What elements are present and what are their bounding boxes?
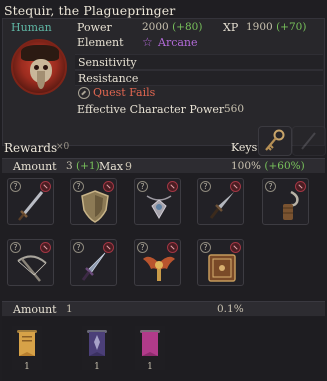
resistance-row: Resistance	[75, 70, 323, 86]
amount-value: 3 (+1)	[66, 160, 100, 172]
power-label: Power	[77, 21, 112, 34]
race-label: Human	[11, 21, 52, 34]
item-count: 1	[24, 362, 30, 372]
reward-slot[interactable]: 1	[12, 326, 42, 372]
key-slot[interactable]	[258, 126, 292, 156]
element-label: Element	[77, 36, 124, 49]
reward-group2-panel: 1 1 1	[2, 317, 325, 381]
item-count: 1	[94, 362, 100, 372]
amulet-icon	[146, 195, 172, 219]
sensitivity-row: Sensitivity	[75, 54, 323, 70]
crossbow-icon	[17, 255, 47, 282]
scroll-purple-icon	[87, 330, 107, 356]
scroll-gold-icon	[17, 330, 37, 356]
rewards-count: ×0	[56, 142, 70, 152]
scroll-pink-icon	[140, 330, 160, 356]
reward-slot[interactable]: ?	[70, 178, 117, 225]
key-icon	[265, 129, 285, 151]
character-title: Stequir, the Plaguepringer	[4, 3, 176, 18]
ecp-label: Effective Character Power	[77, 103, 225, 116]
reward-slot[interactable]: ?	[197, 239, 244, 286]
amount-label: Amount	[13, 303, 57, 316]
item-count: 1	[147, 362, 153, 372]
sensitivity-label: Sensitivity	[78, 56, 137, 69]
drop-percent: 0.1%	[217, 303, 244, 315]
element-value: Arcane	[158, 36, 198, 49]
power-value: 2000 (+80)	[142, 21, 203, 33]
ecp-value: 560	[224, 103, 245, 115]
reward-slot[interactable]: ?	[7, 178, 54, 225]
character-portrait[interactable]	[11, 39, 67, 95]
amount-bar-group2: Amount 1 0.1%	[2, 301, 325, 316]
reward-slot[interactable]: ?	[7, 239, 54, 286]
blade-icon	[81, 252, 106, 281]
sword-icon	[18, 191, 44, 221]
key-slot-locked[interactable]	[292, 126, 326, 156]
quest-status: Quest Fails	[93, 86, 156, 99]
keys-label: Keys	[231, 141, 258, 154]
xp-label: XP	[223, 21, 239, 34]
max-label: Max	[99, 160, 124, 173]
drop-percent: 100% (+60%)	[231, 160, 305, 172]
reward-slot[interactable]: ?	[134, 239, 181, 286]
xp-value: 1900 (+70)	[246, 21, 307, 33]
wings-emblem-icon	[143, 256, 175, 281]
reward-slot[interactable]: ?	[70, 239, 117, 286]
resistance-label: Resistance	[78, 72, 139, 85]
shield-icon	[81, 190, 109, 223]
amount-label: Amount	[13, 160, 57, 173]
reward-slot[interactable]: 1	[135, 326, 165, 372]
reward-slot[interactable]: ?	[197, 178, 244, 225]
quest-fail-icon	[78, 87, 90, 99]
reward-slot[interactable]: ?	[134, 178, 181, 225]
rewards-label: Rewards	[4, 141, 58, 155]
max-value: 9	[125, 160, 132, 173]
amount-bar-group1: Amount 3 (+1) Max 9 100% (+60%)	[2, 158, 325, 173]
reward-slot[interactable]: 1	[82, 326, 112, 372]
key-icon	[301, 132, 316, 150]
hook-icon	[283, 190, 299, 220]
dagger-icon	[209, 192, 234, 219]
amount-value: 1	[66, 303, 73, 315]
arcane-star-icon: ☆	[142, 35, 153, 49]
tome-icon	[208, 254, 236, 282]
reward-slot[interactable]: ?	[262, 178, 309, 225]
